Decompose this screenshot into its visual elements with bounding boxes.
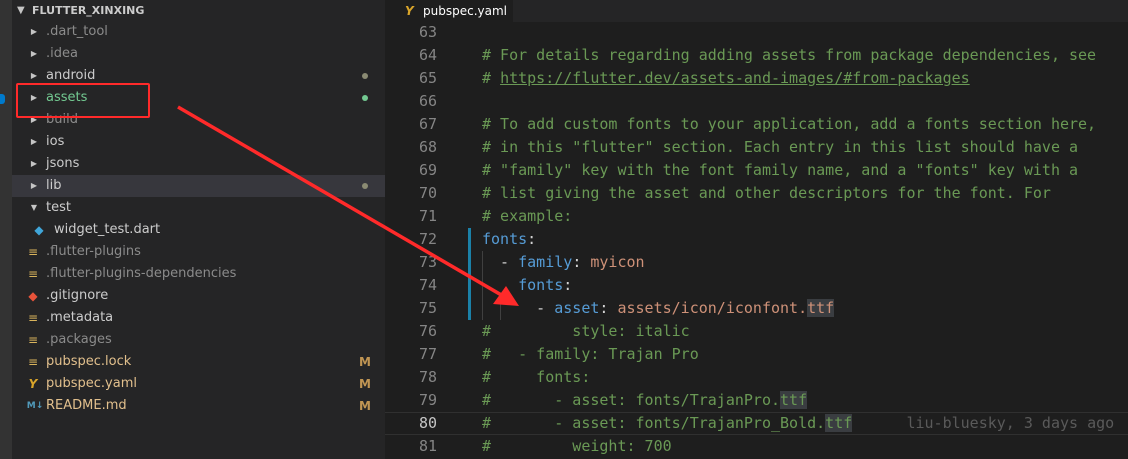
arrow-shaft	[177, 105, 511, 302]
arrow-head	[493, 286, 519, 306]
annotation-arrow	[177, 105, 519, 306]
